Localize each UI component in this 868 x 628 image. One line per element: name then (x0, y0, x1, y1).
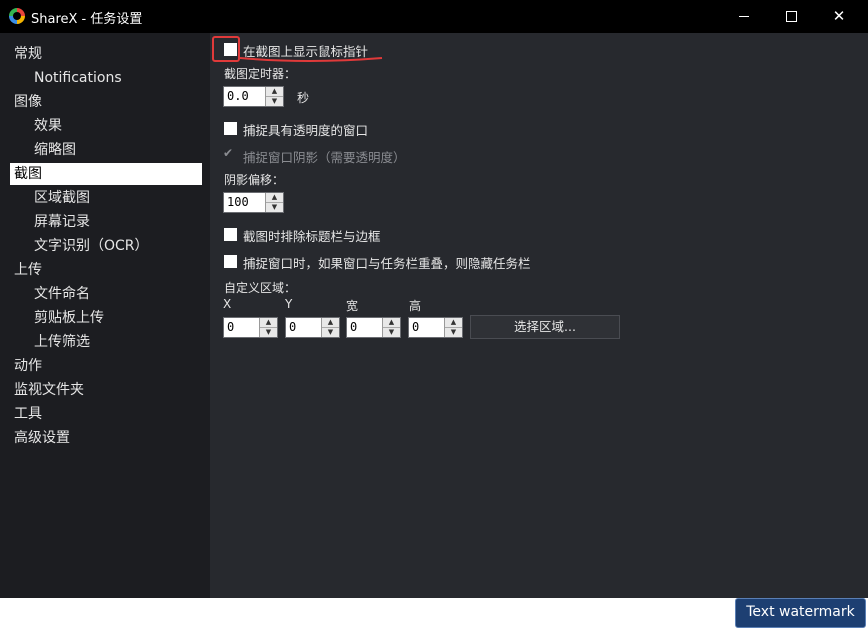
shadow-offset-value[interactable]: 100 (224, 193, 267, 212)
region-height-spin-buttons[interactable]: ▲ ▼ (444, 318, 462, 337)
capture-shadow-label: 捕捉窗口阴影（需要透明度） (243, 150, 406, 165)
spin-up-icon[interactable]: ▲ (266, 193, 283, 203)
capture-timer-spin-buttons[interactable]: ▲ ▼ (265, 87, 283, 106)
sidebar-item-clipboard-upload[interactable]: 剪贴板上传 (34, 307, 104, 329)
spin-up-icon[interactable]: ▲ (383, 318, 400, 328)
exclude-titlebar-label[interactable]: 截图时排除标题栏与边框 (243, 226, 381, 245)
sharex-logo-icon (9, 8, 25, 24)
region-width-value[interactable]: 0 (347, 318, 384, 337)
region-x-label: X (223, 297, 232, 311)
underline-annotation (239, 57, 383, 62)
task-settings-window: ShareX - 任务设置 ✕ 常规 Notifications 图像 效果 缩… (0, 0, 868, 598)
close-button[interactable]: ✕ (816, 0, 862, 33)
spin-down-icon[interactable]: ▼ (266, 203, 283, 212)
sidebar-item-region-capture[interactable]: 区域截图 (34, 187, 90, 209)
region-height-label: 高 (409, 299, 422, 313)
spin-up-icon[interactable]: ▲ (266, 87, 283, 97)
minimize-button[interactable] (722, 0, 768, 33)
sidebar-item-upload[interactable]: 上传 (14, 259, 42, 281)
sidebar-item-thumbnail[interactable]: 缩略图 (34, 139, 76, 161)
title-bar[interactable]: ShareX - 任务设置 ✕ (0, 0, 868, 33)
spin-down-icon[interactable]: ▼ (383, 328, 400, 337)
spin-down-icon[interactable]: ▼ (322, 328, 339, 337)
select-region-button[interactable]: 选择区域... (470, 315, 620, 339)
capture-timer-label: 截图定时器： (224, 67, 297, 81)
sidebar-item-notifications[interactable]: Notifications (34, 67, 122, 89)
sidebar-item-ocr[interactable]: 文字识别（OCR） (34, 235, 149, 257)
region-width-stepper[interactable]: 0 ▲ ▼ (346, 317, 401, 338)
capture-transparent-checkbox[interactable] (224, 122, 237, 135)
shadow-offset-label: 阴影偏移： (224, 173, 285, 187)
minimize-icon (739, 16, 749, 17)
spin-down-icon[interactable]: ▼ (445, 328, 462, 337)
spin-up-icon[interactable]: ▲ (260, 318, 277, 328)
custom-region-label: 自定义区域： (224, 281, 297, 295)
sidebar-item-file-naming[interactable]: 文件命名 (34, 283, 90, 305)
shadow-offset-stepper[interactable]: 100 ▲ ▼ (223, 192, 284, 213)
sidebar-item-screen-record[interactable]: 屏幕记录 (34, 211, 90, 233)
highlight-box-annotation (212, 36, 240, 62)
checkmark-icon: ✔ (223, 146, 234, 160)
shadow-offset-spin-buttons[interactable]: ▲ ▼ (265, 193, 283, 212)
spin-down-icon[interactable]: ▼ (260, 328, 277, 337)
sidebar-item-upload-filters[interactable]: 上传筛选 (34, 331, 90, 353)
capture-timer-unit: 秒 (297, 91, 310, 105)
region-height-stepper[interactable]: 0 ▲ ▼ (408, 317, 463, 338)
maximize-icon (786, 11, 797, 22)
region-x-value[interactable]: 0 (224, 318, 261, 337)
settings-nav-sidebar: 常规 Notifications 图像 效果 缩略图 截图 区域截图 屏幕记录 … (0, 33, 210, 598)
region-x-spin-buttons[interactable]: ▲ ▼ (259, 318, 277, 337)
maximize-button[interactable] (768, 0, 814, 33)
sidebar-item-general[interactable]: 常规 (14, 43, 42, 65)
spin-up-icon[interactable]: ▲ (445, 318, 462, 328)
sidebar-item-watch-folders[interactable]: 监视文件夹 (14, 379, 84, 401)
region-height-value[interactable]: 0 (409, 318, 446, 337)
sidebar-item-actions[interactable]: 动作 (14, 355, 42, 377)
hide-taskbar-checkbox[interactable] (224, 255, 237, 268)
capture-transparent-label[interactable]: 捕捉具有透明度的窗口 (243, 120, 368, 139)
sidebar-item-tools[interactable]: 工具 (14, 403, 42, 425)
region-y-label: Y (285, 297, 293, 311)
text-watermark: Text watermark (735, 598, 866, 628)
sidebar-item-image[interactable]: 图像 (14, 91, 42, 113)
window-title: ShareX - 任务设置 (31, 12, 143, 27)
region-width-label: 宽 (346, 299, 359, 313)
capture-timer-value[interactable]: 0.0 (224, 87, 267, 106)
region-width-spin-buttons[interactable]: ▲ ▼ (382, 318, 400, 337)
sidebar-item-advanced[interactable]: 高级设置 (14, 427, 70, 449)
region-x-stepper[interactable]: 0 ▲ ▼ (223, 317, 278, 338)
spin-down-icon[interactable]: ▼ (266, 97, 283, 106)
capture-timer-stepper[interactable]: 0.0 ▲ ▼ (223, 86, 284, 107)
hide-taskbar-label[interactable]: 捕捉窗口时，如果窗口与任务栏重叠，则隐藏任务栏 (243, 253, 531, 272)
spin-up-icon[interactable]: ▲ (322, 318, 339, 328)
close-icon: ✕ (832, 7, 846, 25)
region-y-stepper[interactable]: 0 ▲ ▼ (285, 317, 340, 338)
capture-shadow-checkbox[interactable]: ✔ (223, 146, 234, 160)
region-y-spin-buttons[interactable]: ▲ ▼ (321, 318, 339, 337)
sidebar-item-capture[interactable]: 截图 (10, 163, 202, 185)
exclude-titlebar-checkbox[interactable] (224, 228, 237, 241)
region-y-value[interactable]: 0 (286, 318, 323, 337)
sidebar-item-effects[interactable]: 效果 (34, 115, 62, 137)
